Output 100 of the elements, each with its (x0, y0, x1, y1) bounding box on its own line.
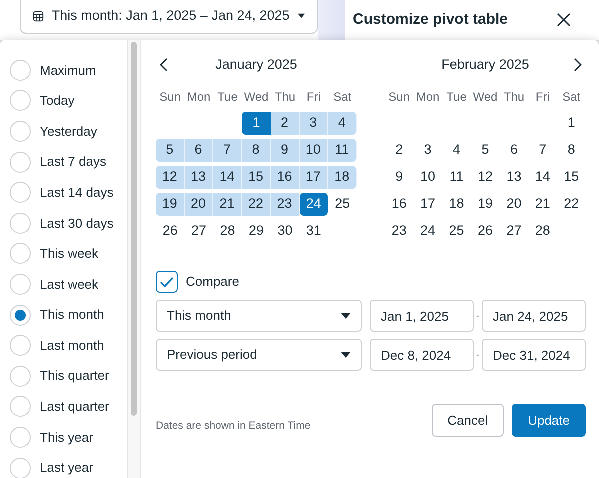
weekday-label: Thu (502, 89, 526, 106)
range-separator: - (475, 310, 481, 324)
period-dropdown[interactable]: Previous period (156, 339, 362, 371)
day-cell[interactable]: 19 (156, 193, 185, 216)
day-cell[interactable]: 18 (442, 193, 472, 216)
preset-option[interactable]: This month (0, 300, 128, 330)
day-cell[interactable]: 22 (557, 193, 586, 216)
day-cell[interactable]: 14 (213, 166, 242, 189)
day-cell[interactable]: 23 (270, 193, 300, 216)
day-cell[interactable]: 1 (557, 112, 586, 135)
end-date-field[interactable]: Dec 31, 2024 (482, 339, 586, 371)
day-cell[interactable]: 4 (328, 112, 357, 135)
weekday-label: Tue (216, 89, 239, 106)
preset-option[interactable]: Last month (0, 330, 128, 361)
preset-option[interactable]: This quarter (0, 360, 128, 392)
weekday-label: Sun (158, 89, 182, 106)
range-separator: - (475, 348, 481, 362)
day-cell[interactable]: 27 (184, 220, 214, 243)
day-cell[interactable]: 24 (414, 220, 442, 243)
start-date-field[interactable]: Dec 8, 2024 (370, 339, 474, 371)
cancel-button[interactable]: Cancel (432, 404, 504, 437)
day-cell[interactable]: 7 (213, 139, 242, 162)
preset-option[interactable]: Last 14 days (0, 177, 128, 208)
start-date-field[interactable]: Jan 1, 2025 (370, 300, 474, 332)
preset-option[interactable]: Maximum (0, 55, 128, 86)
day-cell[interactable]: 6 (500, 139, 529, 162)
day-cell[interactable]: 11 (328, 139, 357, 162)
day-cell[interactable]: 11 (442, 166, 472, 189)
day-cell[interactable]: 27 (500, 220, 529, 243)
day-cell[interactable]: 26 (471, 220, 500, 243)
day-cell[interactable]: 12 (156, 166, 185, 189)
weekday-label: Tue (446, 89, 468, 106)
compare-checkbox[interactable] (156, 271, 178, 293)
day-cell[interactable]: 13 (184, 166, 214, 189)
day-cell[interactable]: 21 (528, 193, 558, 216)
weekday-label: Wed (472, 89, 499, 106)
day-cell[interactable]: 5 (471, 139, 500, 162)
day-cell[interactable]: 5 (156, 139, 185, 162)
day-cell[interactable]: 8 (557, 139, 586, 162)
preset-option[interactable]: This week (0, 238, 128, 270)
date-range-button[interactable]: This month: Jan 1, 2025 – Jan 24, 2025 (20, 0, 318, 34)
weekday-label: Thu (274, 89, 297, 106)
day-cell[interactable]: 9 (385, 166, 414, 189)
preset-option[interactable]: Today (0, 86, 128, 116)
end-date-field[interactable]: Jan 24, 2025 (482, 300, 586, 332)
day-cell[interactable]: 2 (270, 112, 300, 135)
weekday-label: Mon (415, 89, 441, 106)
weekday-label: Sun (388, 89, 412, 106)
day-cell[interactable]: 23 (385, 220, 414, 243)
day-cell[interactable]: 24 (300, 193, 328, 216)
day-cell[interactable]: 10 (300, 139, 328, 162)
day-cell[interactable]: 7 (528, 139, 558, 162)
preset-option[interactable]: Last week (0, 269, 128, 300)
day-cell[interactable]: 21 (213, 193, 242, 216)
day-cell[interactable]: 20 (500, 193, 529, 216)
day-cell[interactable]: 20 (184, 193, 214, 216)
preset-option[interactable]: Last 30 days (0, 208, 128, 239)
day-cell[interactable]: 1 (242, 112, 271, 135)
day-cell[interactable]: 3 (414, 139, 442, 162)
day-cell[interactable]: 16 (270, 166, 300, 189)
day-cell[interactable]: 30 (270, 220, 300, 243)
preset-option[interactable]: Last quarter (0, 392, 128, 422)
day-cell[interactable]: 15 (242, 166, 271, 189)
day-cell[interactable]: 26 (156, 220, 185, 243)
day-cell[interactable]: 28 (213, 220, 242, 243)
day-cell[interactable]: 14 (528, 166, 558, 189)
day-cell[interactable]: 3 (300, 112, 328, 135)
day-cell[interactable]: 8 (242, 139, 271, 162)
day-cell[interactable]: 25 (328, 193, 357, 216)
day-cell[interactable]: 19 (471, 193, 500, 216)
day-cell[interactable]: 13 (500, 166, 529, 189)
compare-label: Compare (186, 273, 240, 292)
day-cell[interactable]: 4 (442, 139, 472, 162)
day-cell[interactable]: 10 (414, 166, 442, 189)
day-cell[interactable]: 15 (557, 166, 586, 189)
preset-option[interactable]: Last 7 days (0, 146, 128, 178)
caret-icon (341, 313, 351, 319)
day-cell[interactable]: 16 (385, 193, 414, 216)
month-title: February 2025 (442, 56, 530, 74)
weekday-label: Wed (243, 89, 270, 106)
day-cell[interactable]: 28 (528, 220, 558, 243)
close-icon[interactable] (557, 13, 571, 27)
preset-option[interactable]: This year (0, 422, 128, 453)
preset-option[interactable]: Last year (0, 452, 128, 478)
preset-option[interactable]: Yesterday (0, 116, 128, 147)
day-cell[interactable]: 31 (300, 220, 328, 243)
scrollbar-thumb[interactable] (131, 42, 137, 416)
day-cell[interactable]: 9 (270, 139, 300, 162)
day-cell[interactable]: 18 (328, 166, 357, 189)
day-cell[interactable]: 2 (385, 139, 414, 162)
day-cell[interactable]: 29 (242, 220, 271, 243)
day-cell[interactable]: 6 (184, 139, 214, 162)
day-cell[interactable]: 17 (300, 166, 328, 189)
day-cell[interactable]: 12 (471, 166, 500, 189)
day-cell[interactable]: 25 (442, 220, 472, 243)
calendar-icon (33, 8, 44, 24)
day-cell[interactable]: 22 (242, 193, 271, 216)
period-dropdown[interactable]: This month (156, 300, 362, 332)
day-cell[interactable]: 17 (414, 193, 442, 216)
update-button[interactable]: Update (512, 404, 586, 437)
